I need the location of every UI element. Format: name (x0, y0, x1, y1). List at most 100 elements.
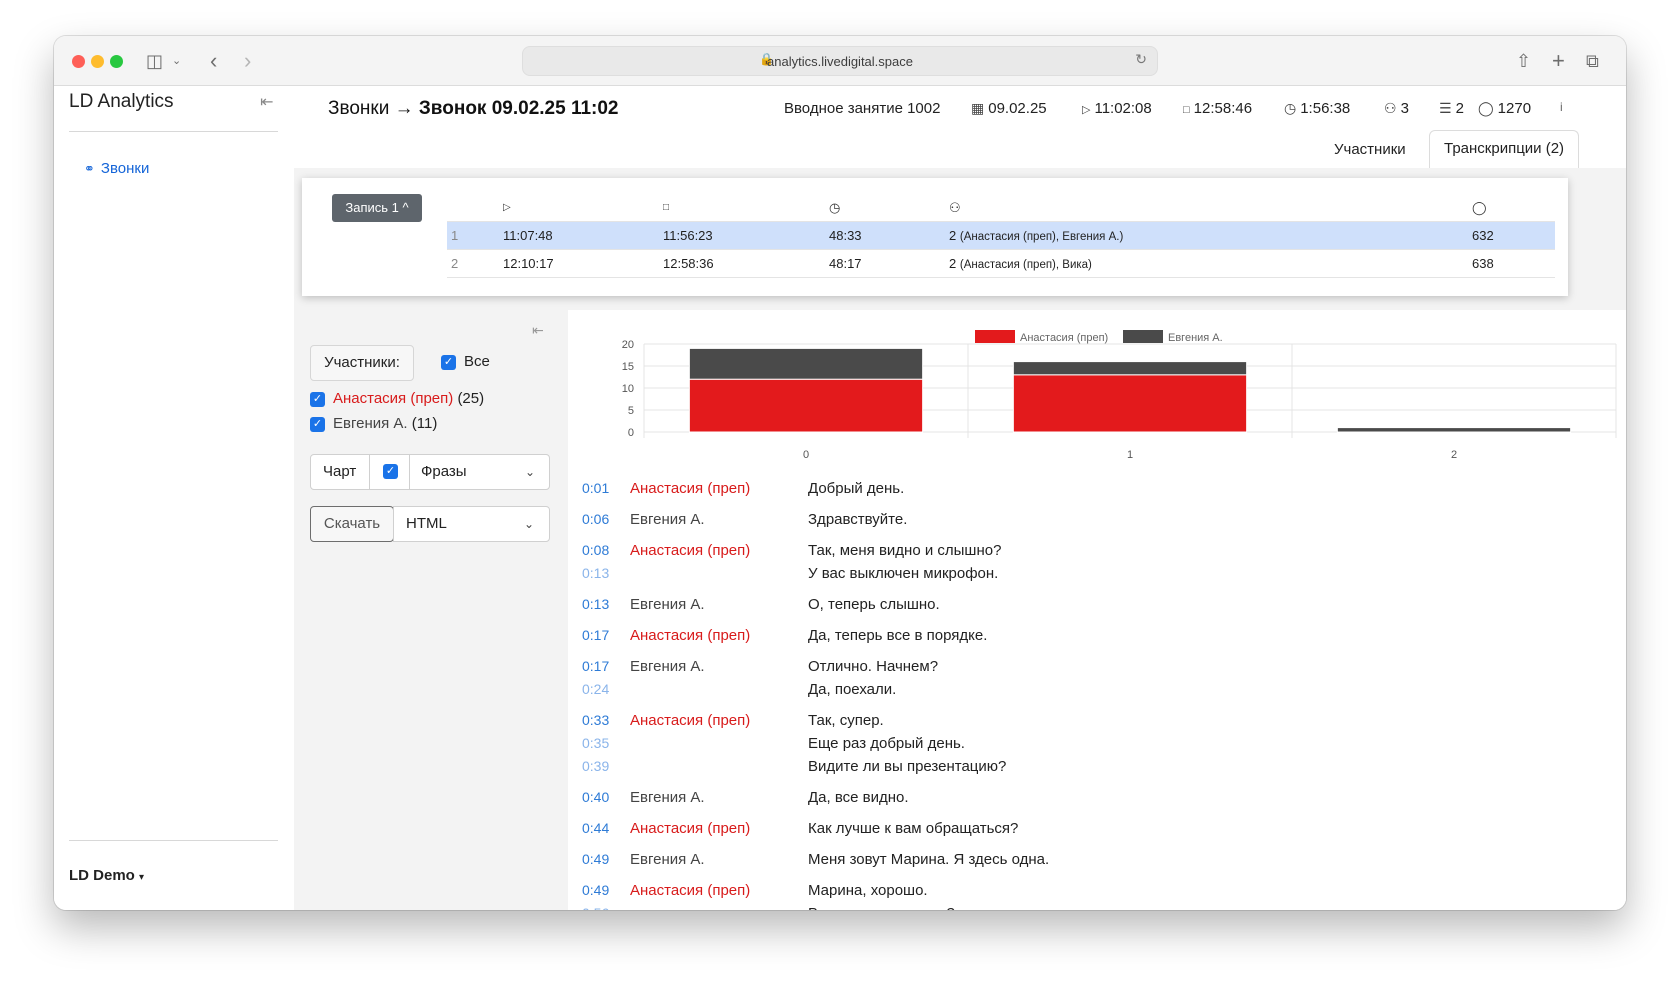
account-name: LD Demo (69, 867, 135, 884)
download-button[interactable]: Скачать (310, 506, 394, 542)
app-brand: LD Analytics (69, 91, 174, 112)
recording-select-button[interactable]: Запись 1 ^ (332, 194, 422, 222)
timestamp-link[interactable]: 0:13 (582, 565, 609, 581)
row-start: 11:07:48 (503, 228, 553, 243)
zoom-window-button[interactable] (110, 55, 123, 68)
format-select[interactable]: HTML ⌄ (393, 506, 550, 542)
sidebar-item-label: Звонки (100, 160, 150, 177)
row-duration: 48:17 (829, 256, 862, 271)
timestamp-link[interactable]: 0:49 (582, 851, 609, 867)
participant-count: (25) (457, 390, 485, 407)
y-tick-label: 0 (628, 427, 634, 439)
breadcrumb-arrow: → (394, 98, 414, 119)
timestamp-link[interactable]: 0:13 (582, 596, 609, 612)
duration-value: 1:56:38 (1300, 100, 1351, 117)
timestamp-link[interactable]: 0:33 (582, 712, 609, 728)
share-icon[interactable]: ⇧ (1516, 48, 1531, 74)
row-participants: 2 (Анастасия (преп), Вика) (949, 250, 1092, 279)
row-messages: 638 (1472, 256, 1494, 271)
table-row[interactable]: 1 11:07:48 11:56:23 48:33 2 (Анастасия (… (447, 222, 1555, 250)
breadcrumb-parent[interactable]: Звонки (328, 98, 389, 119)
speaker-name: Евгения А. (630, 511, 705, 528)
collapse-filter-icon[interactable]: ⇤ (532, 322, 544, 339)
timestamp-link[interactable]: 0:01 (582, 480, 609, 496)
timestamp-link[interactable]: 0:17 (582, 658, 609, 674)
timestamp-link[interactable]: 0:08 (582, 542, 609, 558)
legend-swatch (1123, 330, 1163, 343)
timestamp-link[interactable]: 0:49 (582, 882, 609, 898)
divider (69, 131, 278, 132)
timestamp-link[interactable]: 0:40 (582, 789, 609, 805)
legend-label: Анастасия (преп) (1020, 332, 1108, 344)
participant-checkbox[interactable]: ✓ (310, 392, 325, 407)
timestamp-link[interactable]: 0:39 (582, 758, 609, 774)
message-count: ◯ 1270 (1478, 100, 1531, 117)
transcript-line: Добрый день. (808, 480, 905, 497)
chevron-down-icon[interactable]: ⌄ (172, 48, 181, 74)
tab-transcripts[interactable]: Транскрипции (2) (1429, 130, 1580, 168)
row-duration: 48:33 (829, 228, 862, 243)
speaker-name: Евгения А. (630, 596, 705, 613)
participant-item: Евгения А. (11) (333, 415, 437, 432)
breadcrumb: Звонки → Звонок 09.02.25 11:02 (328, 98, 619, 120)
chevron-down-icon[interactable]: ⌄ (525, 455, 535, 489)
new-tab-icon[interactable]: + (1552, 48, 1565, 74)
back-icon[interactable]: ‹ (210, 48, 217, 74)
forward-icon[interactable]: › (244, 48, 251, 74)
close-window-button[interactable] (72, 55, 85, 68)
messages-value: 1270 (1497, 100, 1532, 117)
timestamp-link[interactable]: 0:17 (582, 627, 609, 643)
transcript: 0:01 Анастасия (преп) Добрый день. 0:06 Евге… (568, 470, 1626, 910)
collapse-sidebar-icon[interactable]: ⇤ (260, 92, 273, 112)
sidebar (54, 86, 294, 910)
sidebar-toggle-icon[interactable]: ◫ (146, 48, 163, 74)
participants-count: 2 (949, 228, 957, 243)
all-checkbox[interactable]: ✓ (441, 355, 456, 370)
tabs-overview-icon[interactable]: ⧉ (1586, 48, 1599, 74)
tab-participants[interactable]: Участники (1320, 132, 1420, 170)
phrases-chart: Анастасия (преп) Евгения А. 20 15 10 5 0 0 1 2 (622, 330, 1617, 461)
participants-names: (Анастасия (преп), Евгения А.) (959, 231, 1124, 243)
clock-icon: ◷ (829, 200, 841, 215)
caret-down-icon: ▾ (139, 872, 145, 883)
page-title: Звонок 09.02.25 11:02 (418, 98, 619, 119)
timestamp-link[interactable]: 0:06 (582, 511, 609, 527)
call-duration: ◷ 1:56:38 (1284, 100, 1350, 117)
participant-item: Анастасия (преп) (25) (333, 390, 484, 407)
stop-icon: □ (663, 202, 670, 213)
speaker-name: Евгения А. (630, 851, 705, 868)
participant-checkbox[interactable]: ✓ (310, 417, 325, 432)
chart-mode-select[interactable]: Фразы (421, 455, 467, 489)
timestamp-link[interactable]: 0:56 (582, 905, 609, 910)
chat-icon: ◯ (1478, 100, 1494, 116)
address-bar[interactable]: 🔒 analytics.livedigital.space ↻ (522, 46, 1158, 76)
divider (69, 840, 278, 841)
transcript-line: Видите ли вы презентацию? (808, 758, 1007, 775)
bar (1336, 427, 1572, 433)
participant-count: ⚇ 3 (1384, 100, 1409, 117)
participant-name: Анастасия (преп) (333, 390, 454, 407)
timestamp-link[interactable]: 0:44 (582, 820, 609, 836)
info-icon[interactable]: i (1560, 100, 1563, 114)
chart-checkbox[interactable]: ✓ (383, 464, 398, 479)
date-value: 09.02.25 (988, 100, 1047, 117)
timestamp-link[interactable]: 0:35 (582, 735, 609, 751)
bar (1012, 361, 1248, 376)
play-icon: ▷ (1082, 104, 1091, 116)
account-menu[interactable]: LD Demo ▾ (69, 867, 144, 884)
reload-icon[interactable]: ↻ (1135, 51, 1147, 68)
transcript-line: Да, все видно. (808, 789, 909, 806)
stop-icon: □ (1183, 104, 1190, 116)
headphones-icon: ⚭ (84, 161, 95, 176)
people-icon: ⚇ (949, 200, 961, 215)
participant-name: Евгения А. (333, 415, 408, 432)
legend-label: Евгения А. (1168, 332, 1223, 344)
timestamp-link[interactable]: 0:24 (582, 681, 609, 697)
sidebar-item-calls[interactable]: ⚭ Звонки (84, 160, 149, 177)
browser-window: ◫ ⌄ ‹ › 🔒 analytics.livedigital.space ↻ … (54, 36, 1626, 910)
call-start: ▷ 11:02:08 (1082, 100, 1152, 117)
table-row[interactable]: 2 12:10:17 12:58:36 48:17 2 (Анастасия (… (447, 250, 1555, 278)
table-header: ▷ □ ◷ ⚇ ◯ (447, 194, 1555, 222)
clock-icon: ◷ (1284, 100, 1297, 116)
minimize-window-button[interactable] (91, 55, 104, 68)
